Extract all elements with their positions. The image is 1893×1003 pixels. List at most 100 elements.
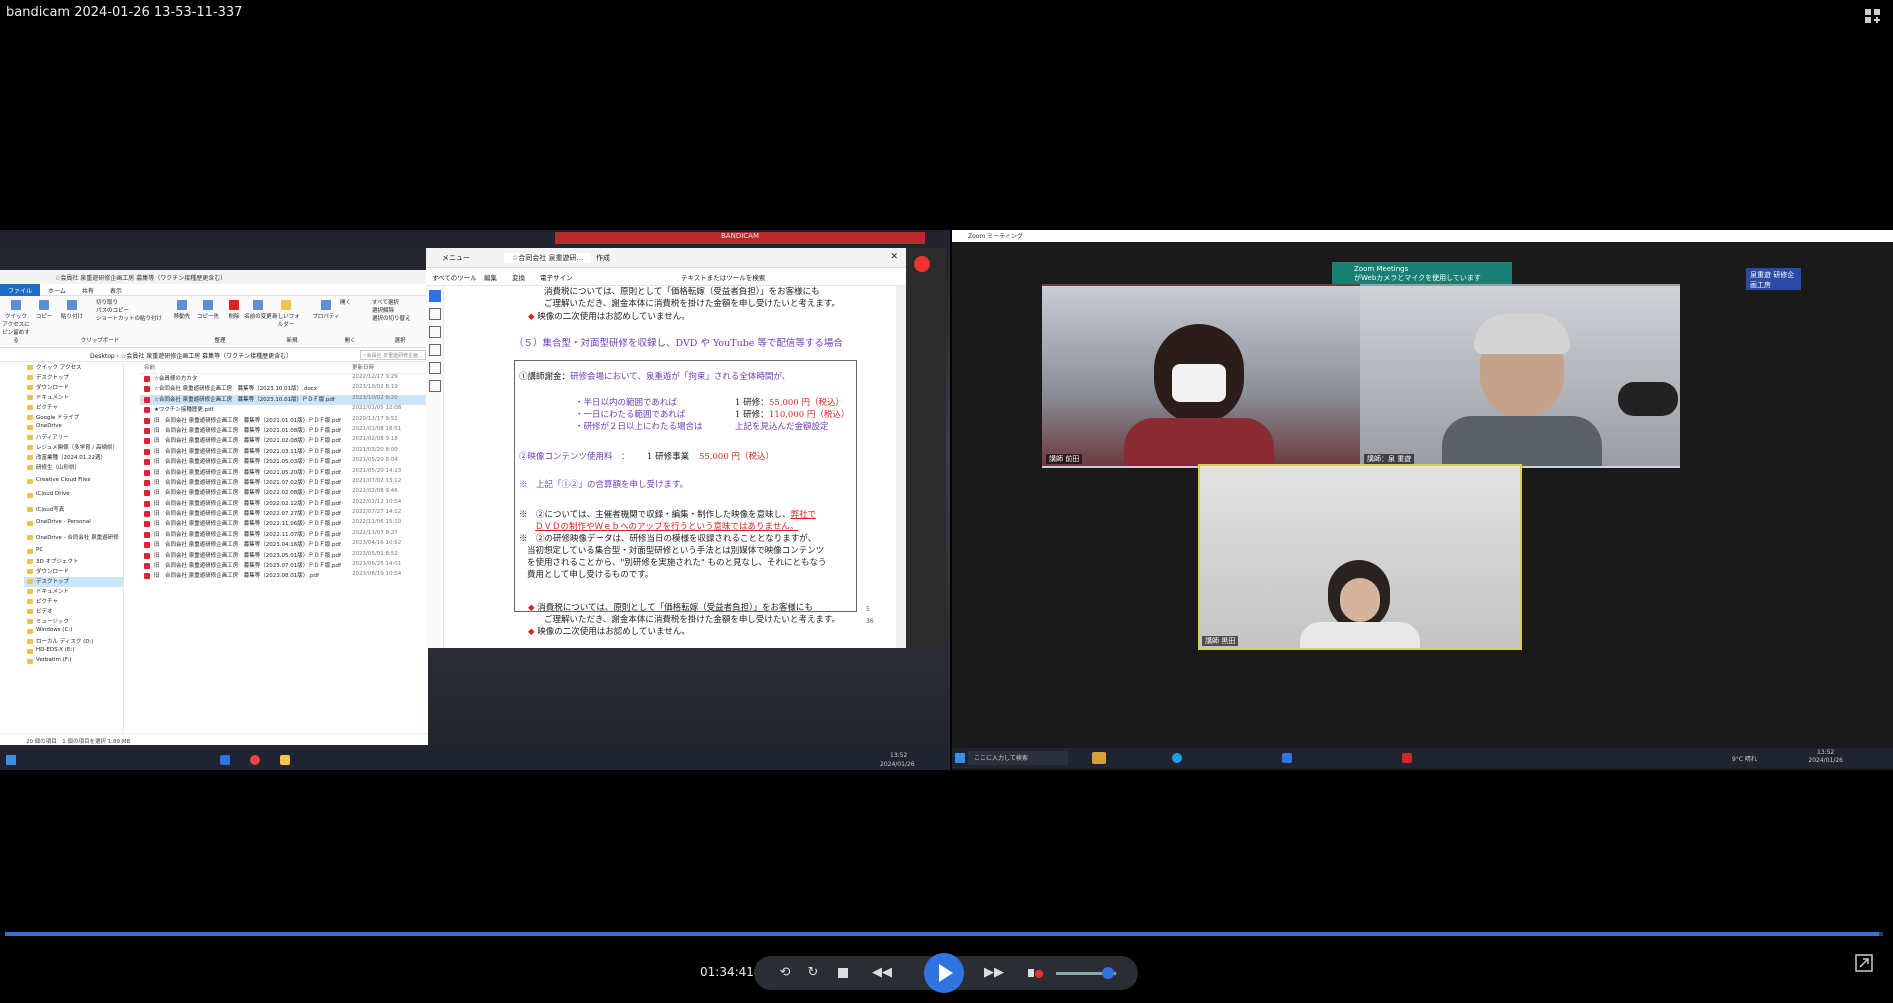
nav-item[interactable]: 改富業種（2024.01.22週） [24, 453, 123, 463]
table-row[interactable]: 旧 合同会社 泉重遊研修企画工房 募集等（2022.02.08版）ＰＤＦ版.pd… [140, 488, 428, 498]
table-row[interactable]: ★ワクチン接種歴更.pdf 2022/01/05 12:08 [140, 405, 428, 415]
properties-button[interactable]: プロパティ [312, 300, 340, 320]
nav-item[interactable]: HD-EDS-X (E:) [24, 647, 123, 657]
table-row[interactable]: 旧 合同会社 泉重遊研修企画工房 募集等（2023.07.01版）ＰＤＦ版.pd… [140, 561, 428, 571]
nav-item[interactable]: ハディアリー [24, 433, 123, 443]
menu-convert[interactable]: 変換 [512, 272, 525, 282]
nav-item[interactable]: ダウンロード [24, 567, 123, 577]
comment-tool-icon[interactable] [429, 308, 441, 320]
taskbar-app-icon[interactable] [1092, 752, 1106, 764]
table-row[interactable]: 旧 合同会社 泉重遊研修企画工房 募集等（2022.02.12版）ＰＤＦ版.pd… [140, 499, 428, 509]
nav-item[interactable]: ローカル ディスク (D:) [24, 637, 123, 647]
close-icon[interactable]: ✕ [890, 252, 898, 262]
taskbar-app-icon[interactable] [250, 755, 260, 765]
volume-knob[interactable] [1102, 967, 1115, 979]
select-none-button[interactable]: 選択解除 [372, 306, 428, 314]
stamp-tool-icon[interactable] [429, 380, 441, 392]
table-row[interactable]: 旧 合同会社 泉重遊研修企画工房 募集等（2022.11.07版）ＰＤＦ版.pd… [140, 530, 428, 540]
nav-item[interactable]: PC [24, 547, 123, 557]
taskbar-app-icon[interactable] [1402, 753, 1412, 763]
cut-button[interactable]: 切り取り [96, 298, 156, 306]
record-icon[interactable] [914, 256, 930, 272]
nav-item[interactable]: ドキュメント [24, 393, 123, 403]
nav-item[interactable]: Google ドライブ [24, 413, 123, 423]
windows-start-icon[interactable] [955, 753, 965, 763]
nav-item[interactable]: ダウンロード [24, 383, 123, 393]
table-row[interactable]: 旧 合同会社 泉重遊研修企画工房 募集等（2023.05.01版）ＰＤＦ版.pd… [140, 551, 428, 561]
nav-item[interactable]: デスクトップ [24, 373, 123, 383]
paste-button[interactable]: 貼り付け [58, 300, 86, 320]
nav-item[interactable]: OneDrive - 合同会社 泉重遊研修 [24, 533, 123, 543]
taskbar-app-icon[interactable] [220, 755, 230, 765]
taskbar-app-icon[interactable] [1282, 753, 1292, 763]
invert-selection-button[interactable]: 選択の切り替え [372, 314, 428, 322]
forward-icon[interactable]: ▶▶ [980, 964, 1008, 982]
nav-item[interactable]: OneDrive - Personal [24, 519, 123, 529]
table-row[interactable]: 旧 合同会社 泉重遊研修企画工房 募集等（2021.01.08版）ＰＤＦ版.pd… [140, 426, 428, 436]
table-row[interactable]: ☆会員様の方カタ 2022/12/17 9:29 [140, 374, 428, 384]
table-row[interactable]: 旧 合同会社 泉重遊研修企画工房 募集等（2021.07.02版）ＰＤＦ版.pd… [140, 478, 428, 488]
explorer-search-input[interactable]: ☆会員社 泉重遊研修企画... [360, 350, 426, 360]
stop-icon[interactable] [834, 964, 852, 982]
nav-item[interactable]: ミュージック [24, 617, 123, 627]
text-tool-icon[interactable] [429, 362, 441, 374]
select-all-button[interactable]: すべて選択 [372, 298, 428, 306]
nav-item[interactable]: 研修生（山形県） [24, 463, 123, 473]
table-row[interactable]: 旧 合同会社 泉重遊研修企画工房 募集等（2022.07.27版）ＰＤＦ版.pd… [140, 509, 428, 519]
paste-shortcut-button[interactable]: ショートカットの貼り付け [96, 314, 166, 322]
pdf-document-tab[interactable]: ☆合同会社 泉重遊研... [504, 253, 592, 263]
copy-path-button[interactable]: パスのコピー [96, 306, 156, 314]
pdf-scrollbar[interactable] [896, 286, 906, 648]
column-name[interactable]: 名前 [144, 363, 155, 371]
menu-all-tools[interactable]: すべてのツール [432, 272, 477, 282]
table-row[interactable]: 旧 合同会社 泉重遊研修企画工房 募集等（2023.08.01版）.pdf 202… [140, 571, 428, 581]
select-tool-icon[interactable] [429, 290, 441, 302]
table-row[interactable]: 旧 合同会社 泉重遊研修企画工房 募集等（2021.05.03版）ＰＤＦ版.pd… [140, 457, 428, 467]
nav-item[interactable]: 3D オブジェクト [24, 557, 123, 567]
pin-quick-access-button[interactable]: クイック アクセスにピン留めする [2, 300, 30, 344]
table-row[interactable]: 旧 合同会社 泉重遊研修企画工房 募集等（2022.11.06版）ＰＤＦ版.pd… [140, 519, 428, 529]
windows-start-icon[interactable] [6, 755, 16, 765]
taskbar-app-icon[interactable] [280, 755, 290, 765]
play-icon[interactable] [924, 953, 964, 993]
table-row[interactable]: 旧 合同会社 泉重遊研修企画工房 募集等（2021.03.11版）ＰＤＦ版.pd… [140, 447, 428, 457]
nav-item[interactable]: クイック アクセス [24, 363, 123, 373]
nav-item[interactable]: ビデオ [24, 607, 123, 617]
mute-icon[interactable] [1026, 964, 1044, 982]
participant-tile-active[interactable]: 講師 黒田 [1198, 464, 1522, 650]
new-folder-button[interactable]: 新しいフォルダー [272, 300, 300, 328]
nav-item[interactable]: OneDrive [24, 423, 123, 433]
new-tab-button[interactable]: 作成 [596, 253, 610, 263]
nav-item[interactable]: Windows (C:) [24, 627, 123, 637]
nav-item[interactable]: Verbatim (F:) [24, 657, 123, 667]
table-row[interactable]: 旧 合同会社 泉重遊研修企画工房 募集等（2021.02.08版）ＰＤＦ版.pd… [140, 436, 428, 446]
table-row[interactable]: 旧 合同会社 泉重遊研修企画工房 募集等（2023.04.16版）ＰＤＦ版.pd… [140, 540, 428, 550]
pdf-search-input[interactable]: テキストまたはツールを検索 [681, 272, 765, 282]
nav-item[interactable]: デスクトップ [24, 577, 123, 587]
menu-e-sign[interactable]: 電子サイン [540, 272, 573, 282]
nav-item[interactable]: ピクチャ [24, 403, 123, 413]
nav-item[interactable]: Creative Cloud Files [24, 477, 123, 487]
nav-item[interactable]: レジュメ関係（多学育 / 高崎県） [24, 443, 123, 453]
nav-item[interactable]: iCloud写真 [24, 505, 123, 515]
copy-button[interactable]: コピー [30, 300, 58, 320]
table-row[interactable]: 旧 合同会社 泉重遊研修企画工房 募集等（2021.01.01版）ＰＤＦ版.pd… [140, 416, 428, 426]
menu-edit[interactable]: 編集 [484, 272, 497, 282]
table-row[interactable]: ☆合同会社 泉重遊研修企画工房 募集等（2023.10.01版）.docx 202… [140, 384, 428, 394]
repeat-icon[interactable]: ↻ [804, 964, 822, 982]
nav-item[interactable]: ドキュメント [24, 587, 123, 597]
menu-button[interactable]: メニュー [442, 253, 470, 263]
move-to-button[interactable]: 移動先 [168, 300, 196, 320]
participant-tile[interactable]: 講師：泉 重遊 [1360, 284, 1680, 468]
nav-item[interactable]: iCloud Drive [24, 491, 123, 501]
pen-tool-icon[interactable] [429, 326, 441, 338]
rewind-icon[interactable]: ◀◀ [868, 964, 896, 982]
taskbar-search-input[interactable]: ここに入力して検索 [968, 751, 1068, 765]
expand-icon[interactable] [1855, 954, 1873, 972]
participant-tile[interactable]: 講師 前田 [1042, 284, 1362, 468]
table-row[interactable]: 旧 合同会社 泉重遊研修企画工房 募集等（2021.05.20版）ＰＤＦ版.pd… [140, 468, 428, 478]
loop-icon[interactable]: ⟲ [776, 964, 794, 982]
nav-item[interactable]: ピクチャ [24, 597, 123, 607]
copy-to-button[interactable]: コピー先 [194, 300, 222, 320]
column-date[interactable]: 更新日時 [352, 363, 374, 371]
